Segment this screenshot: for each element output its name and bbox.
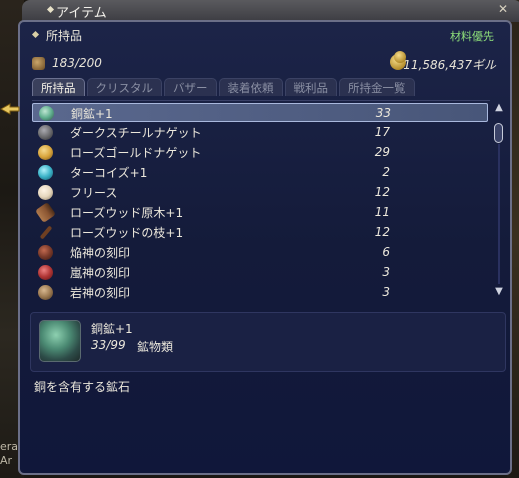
scroll-up-icon[interactable]: ▲	[492, 102, 506, 114]
copper-ore-icon	[39, 106, 54, 121]
close-icon[interactable]: ✕	[498, 2, 508, 16]
item-quantity: 3	[382, 285, 390, 299]
list-item[interactable]: 銅鉱+1 33	[32, 103, 488, 122]
window-title-bar[interactable]: アイテム ✕	[22, 0, 519, 22]
detail-stack-count: 33/99	[91, 338, 126, 352]
background-text-line-1: era	[0, 440, 19, 453]
item-name: ローズゴールドナゲット	[70, 146, 202, 160]
copper-ore-large-icon	[39, 320, 81, 362]
item-name: ターコイズ+1	[70, 166, 148, 180]
item-quantity: 2	[382, 165, 390, 179]
inventory-tabs: 所持品 クリスタル バザー 装着依頼 戦利品 所持金一覧	[32, 78, 415, 98]
item-name: 嵐神の刻印	[70, 266, 131, 280]
window-title: アイテム	[56, 6, 107, 21]
item-quantity: 6	[382, 245, 390, 259]
section-diamond-icon	[31, 30, 40, 39]
gil-amount: 11,586,437ギル	[403, 58, 496, 72]
item-name: ローズウッド原木+1	[70, 206, 184, 220]
turquoise-icon	[38, 165, 53, 180]
item-name: ローズウッドの枝+1	[70, 226, 184, 240]
background-text-line-2: Ar	[0, 454, 13, 467]
item-quantity: 3	[382, 265, 390, 279]
section-label: 所持品	[46, 29, 83, 43]
inventory-window: 所持品 材料優先 183/200 11,586,437ギル 所持品 クリスタル …	[18, 20, 512, 475]
tab-currency-list[interactable]: 所持金一覧	[339, 78, 415, 96]
list-item[interactable]: ローズウッド原木+1 11	[32, 202, 488, 223]
list-item[interactable]: 嵐神の刻印 3	[32, 263, 488, 282]
item-quantity: 17	[374, 125, 390, 139]
bag-icon	[32, 57, 45, 70]
pointer-cursor-icon	[0, 103, 20, 115]
tab-bazaar[interactable]: バザー	[164, 78, 217, 96]
rose-gold-nugget-icon	[38, 145, 53, 160]
fleece-icon	[38, 185, 53, 200]
detail-item-type: 鉱物類	[137, 340, 174, 354]
list-item[interactable]: ダークスチールナゲット 17	[32, 123, 488, 142]
list-item[interactable]: ターコイズ+1 2	[32, 163, 488, 182]
item-name: フリース	[70, 186, 118, 200]
item-quantity: 12	[374, 225, 390, 239]
tab-crystals[interactable]: クリスタル	[86, 78, 162, 96]
scroll-down-icon[interactable]: ▼	[492, 286, 506, 298]
darksteel-nugget-icon	[38, 125, 53, 140]
list-item[interactable]: フリース 12	[32, 183, 488, 202]
rock-seal-icon	[38, 285, 53, 300]
item-name: 岩神の刻印	[70, 286, 131, 300]
item-detail-panel: 銅鉱+1 33/99 鉱物類	[30, 312, 506, 372]
scrollbar-track[interactable]	[498, 144, 500, 284]
item-name: 銅鉱+1	[71, 107, 113, 121]
tab-inventory[interactable]: 所持品	[32, 78, 85, 96]
sort-mode-label[interactable]: 材料優先	[450, 28, 494, 44]
list-item[interactable]: ローズウッドの枝+1 12	[32, 223, 488, 242]
list-item[interactable]: ローズゴールドナゲット 29	[32, 143, 488, 162]
list-item[interactable]: 岩神の刻印 3	[32, 283, 488, 302]
fire-seal-icon	[38, 245, 53, 260]
tab-equip-request[interactable]: 装着依頼	[218, 78, 283, 96]
background-text: era Ar	[0, 440, 18, 468]
item-count: 183/200	[52, 56, 102, 70]
item-quantity: 33	[375, 106, 391, 120]
storm-seal-icon	[38, 265, 53, 280]
scrollbar-thumb[interactable]	[494, 123, 503, 143]
item-quantity: 29	[374, 145, 390, 159]
detail-item-name: 銅鉱+1	[91, 322, 133, 336]
rosewood-log-icon	[35, 202, 56, 223]
tab-loot[interactable]: 戦利品	[284, 78, 337, 96]
rosewood-branch-icon	[39, 225, 53, 240]
item-name: ダークスチールナゲット	[70, 126, 202, 140]
item-quantity: 12	[374, 185, 390, 199]
title-diamond-icon	[46, 5, 55, 14]
list-item[interactable]: 焔神の刻印 6	[32, 243, 488, 262]
item-name: 焔神の刻印	[70, 246, 131, 260]
item-quantity: 11	[374, 205, 390, 219]
item-description: 銅を含有する鉱石	[34, 380, 131, 394]
item-list: 銅鉱+1 33 ダークスチールナゲット 17 ローズゴールドナゲット 29 ター…	[32, 100, 490, 307]
